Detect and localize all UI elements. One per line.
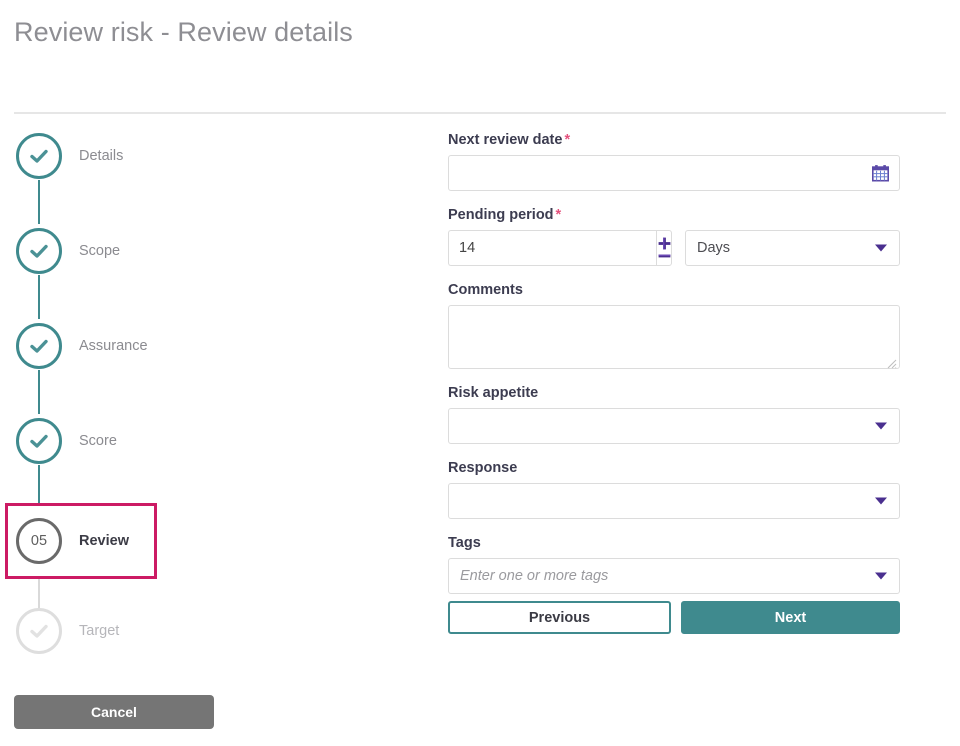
- step-number-badge: 05: [16, 518, 62, 564]
- review-risk-page: Review risk - Review details Details Sco…: [0, 0, 960, 746]
- required-asterisk: *: [564, 132, 571, 148]
- pending-period-spin-buttons: [656, 230, 672, 266]
- next-review-date-input[interactable]: [449, 156, 899, 190]
- sidebar-item-target[interactable]: Target: [0, 603, 300, 659]
- field-next-review-date: Next review date *: [448, 132, 900, 191]
- label-text: Risk appetite: [448, 385, 539, 401]
- pending-period-stepper: [448, 230, 672, 266]
- next-review-date-input-wrap: [448, 155, 900, 191]
- label-text: Tags: [448, 535, 481, 551]
- pending-period-row: Days: [448, 230, 900, 266]
- wizard-stepper: Details Scope Assurance Score 05 Review …: [0, 128, 420, 668]
- pending-period-label: Pending period *: [448, 207, 900, 223]
- check-icon: [16, 133, 62, 179]
- step-number: 05: [30, 532, 48, 549]
- label-text: Pending period: [448, 207, 554, 223]
- step-label: Review: [79, 533, 129, 549]
- sidebar-item-review[interactable]: 05 Review: [5, 503, 157, 579]
- comments-label: Comments: [448, 282, 900, 298]
- comments-textarea-wrap: [448, 305, 900, 369]
- field-risk-appetite: Risk appetite: [448, 385, 900, 444]
- comments-textarea[interactable]: [449, 306, 899, 368]
- check-icon: [16, 228, 62, 274]
- next-review-date-label: Next review date *: [448, 132, 900, 148]
- sidebar-item-details[interactable]: Details: [0, 128, 300, 184]
- step-label: Assurance: [79, 338, 148, 354]
- step-connector: [38, 370, 40, 414]
- pending-period-input[interactable]: [448, 230, 656, 266]
- sidebar-item-assurance[interactable]: Assurance: [0, 318, 300, 374]
- next-button[interactable]: Next: [681, 601, 900, 634]
- required-asterisk: *: [555, 207, 562, 223]
- tags-placeholder: Enter one or more tags: [460, 568, 609, 584]
- review-details-form: Next review date * Pending period * 14 D…: [448, 132, 900, 634]
- field-comments: Comments: [448, 282, 900, 369]
- chevron-down-icon: [875, 422, 887, 430]
- minus-icon[interactable]: [658, 253, 671, 259]
- check-icon: [16, 418, 62, 464]
- step-label: Score: [79, 433, 117, 449]
- form-nav-buttons: Previous Next: [448, 601, 900, 634]
- sidebar-item-scope[interactable]: Scope: [0, 223, 300, 279]
- chevron-down-icon: [875, 244, 887, 252]
- label-text: Next review date: [448, 132, 563, 148]
- page-title: Review risk - Review details: [14, 17, 353, 47]
- response-select[interactable]: [448, 483, 900, 519]
- tags-select[interactable]: Enter one or more tags: [448, 558, 900, 594]
- field-pending-period: Pending period * 14 Days: [448, 207, 900, 266]
- step-connector: [38, 180, 40, 224]
- label-text: Comments: [448, 282, 523, 298]
- field-tags: Tags Enter one or more tags: [448, 535, 900, 594]
- sidebar-item-score[interactable]: Score: [0, 413, 300, 469]
- pending-period-unit-select[interactable]: Days: [685, 230, 900, 266]
- field-response: Response: [448, 460, 900, 519]
- header-divider: [14, 112, 946, 114]
- unit-select-value: Days: [697, 240, 731, 256]
- check-icon: [16, 608, 62, 654]
- calendar-icon[interactable]: [872, 165, 889, 182]
- risk-appetite-select[interactable]: [448, 408, 900, 444]
- check-icon: [16, 323, 62, 369]
- step-connector: [38, 275, 40, 319]
- risk-appetite-label: Risk appetite: [448, 385, 900, 401]
- step-label: Scope: [79, 243, 121, 259]
- response-label: Response: [448, 460, 900, 476]
- chevron-down-icon: [875, 572, 887, 580]
- step-label: Details: [79, 148, 124, 164]
- chevron-down-icon: [875, 497, 887, 505]
- step-label: Target: [79, 623, 120, 639]
- tags-label: Tags: [448, 535, 900, 551]
- previous-button[interactable]: Previous: [448, 601, 671, 634]
- label-text: Response: [448, 460, 518, 476]
- cancel-button[interactable]: Cancel: [14, 695, 214, 729]
- plus-icon[interactable]: [658, 237, 671, 250]
